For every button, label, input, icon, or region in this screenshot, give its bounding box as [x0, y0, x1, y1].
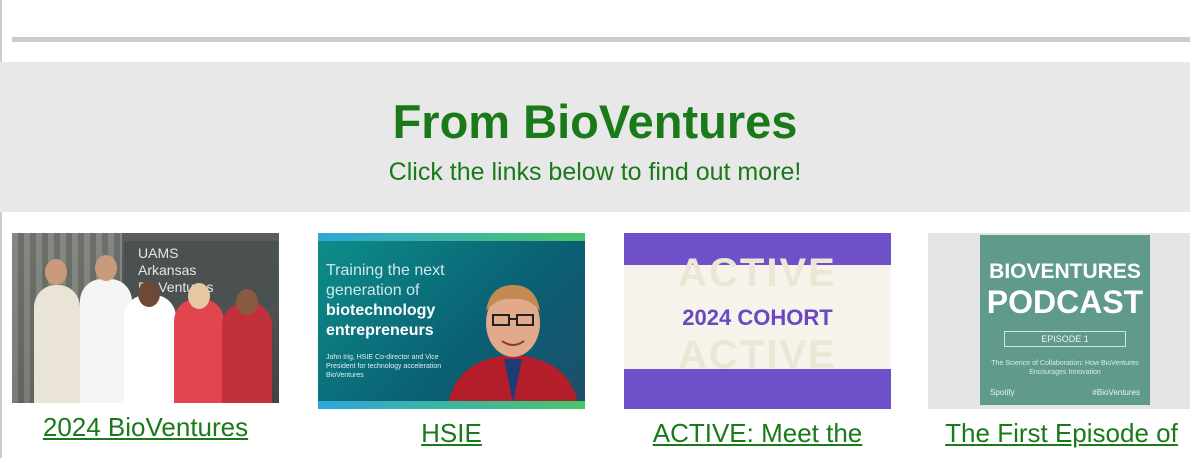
person-figure — [124, 295, 176, 403]
person-head — [236, 289, 258, 315]
cohort-panel: ACTIVE 2024 COHORT ACTIVE — [624, 251, 891, 377]
person-head — [45, 259, 67, 285]
card-link-interns[interactable]: 2024 BioVentures — [12, 411, 279, 443]
news-card-active[interactable]: ACTIVE 2024 COHORT ACTIVE ACTIVE: Meet t… — [624, 233, 891, 449]
news-card-podcast[interactable]: BIOVENTURES PODCAST EPISODE 1 The Scienc… — [928, 233, 1190, 449]
section-title: From BioVentures — [392, 95, 798, 148]
person-figure — [222, 303, 272, 403]
podcast-title-1: BIOVENTURES — [989, 260, 1141, 283]
hashtag-label: #BioVentures — [1092, 388, 1140, 397]
episode-description: The Science of Collaboration: How BioVen… — [991, 360, 1139, 376]
person-figure — [34, 285, 80, 403]
podcast-title-2: PODCAST — [986, 284, 1144, 320]
ghost-text: ACTIVE — [678, 251, 837, 295]
promo-line-2: biotechnology entrepreneurs — [326, 302, 436, 339]
podcast-cover-image[interactable]: BIOVENTURES PODCAST EPISODE 1 The Scienc… — [928, 233, 1190, 409]
ghost-text: ACTIVE — [678, 333, 837, 377]
gradient-bar — [318, 401, 585, 409]
podcast-cover: BIOVENTURES PODCAST EPISODE 1 The Scienc… — [980, 235, 1150, 405]
promo-line-1: Training the next generation of — [326, 262, 445, 299]
promo-note: John Irig, HSIE Co-director and Vice Pre… — [326, 354, 442, 379]
card-link-active[interactable]: ACTIVE: Meet the — [624, 417, 891, 449]
hsie-promo-image[interactable]: Training the next generation of biotechn… — [318, 233, 585, 409]
portrait-icon — [448, 285, 578, 403]
divider-rule — [12, 37, 1190, 42]
person-head — [95, 255, 117, 281]
gradient-bar — [318, 233, 585, 241]
person-head — [138, 281, 160, 307]
card-link-podcast[interactable]: The First Episode of — [928, 417, 1190, 449]
card-link-hsie[interactable]: HSIE — [318, 417, 585, 449]
team-photo-image[interactable]: UAMS Arkansas BioVentures — [12, 233, 279, 403]
person-head — [188, 283, 210, 309]
cohort-label: 2024 COHORT — [682, 305, 833, 330]
section-header: From BioVentures Click the links below t… — [0, 62, 1190, 212]
spotify-brand: Spotify — [990, 388, 1015, 397]
news-card-interns[interactable]: UAMS Arkansas BioVentures 2024 BioVentur… — [12, 233, 279, 443]
section-subtitle: Click the links below to find out more! — [388, 158, 802, 186]
episode-label: EPISODE 1 — [1004, 331, 1126, 347]
news-card-hsie[interactable]: Training the next generation of biotechn… — [318, 233, 585, 449]
active-cohort-image[interactable]: ACTIVE 2024 COHORT ACTIVE — [624, 233, 891, 409]
person-figure — [174, 299, 224, 403]
